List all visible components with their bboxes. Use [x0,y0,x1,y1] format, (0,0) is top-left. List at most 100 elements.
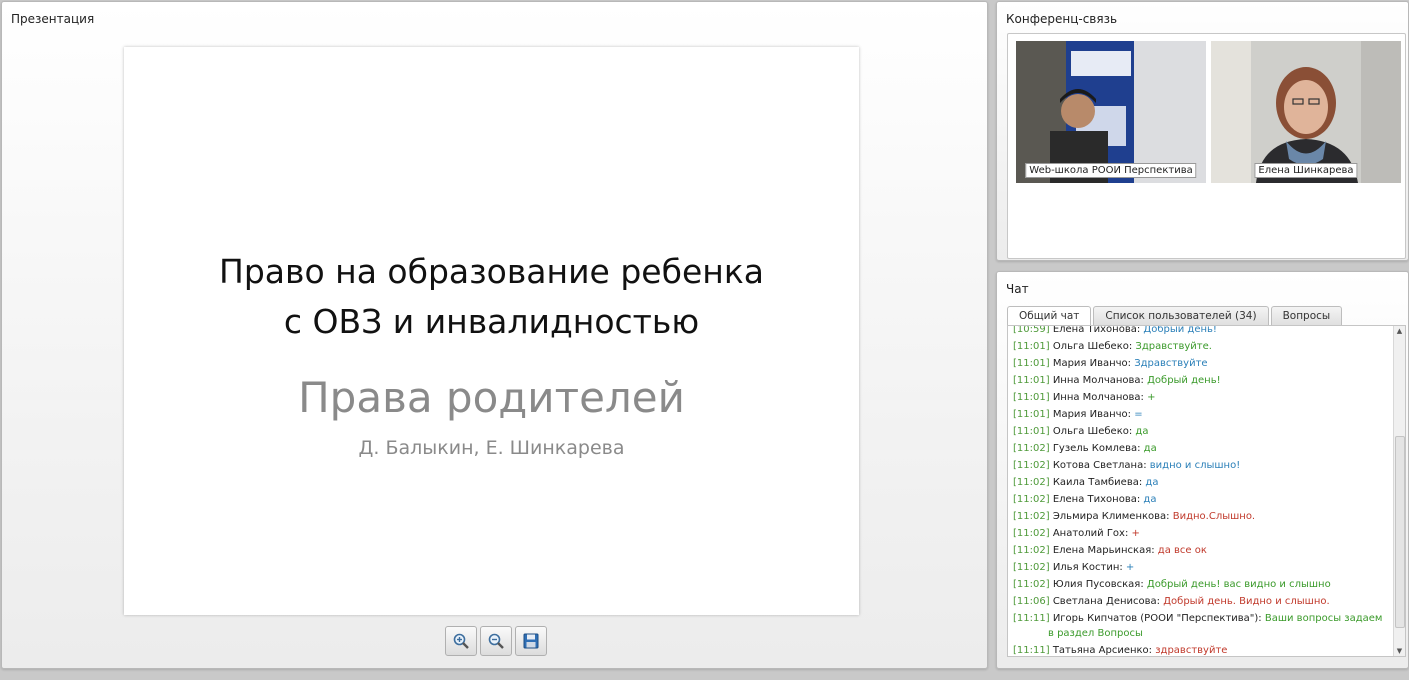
message-text: да [1145,477,1159,488]
chat-message: [11:06] Светлана Денисова: Добрый день. … [1013,593,1391,610]
message-timestamp: [11:02] [1013,511,1050,522]
video-label: Web-школа РООИ Перспектива [1025,163,1197,178]
message-timestamp: [11:01] [1013,375,1050,386]
chat-panel: Чат Общий чат Список пользователей (34) … [996,271,1409,669]
chat-message: [11:02] Котова Светлана: видно и слышно! [1013,457,1391,474]
chat-message: [11:11] Игорь Кипчатов (РООИ "Перспектив… [1013,610,1391,642]
zoom-in-button[interactable] [445,626,477,656]
message-author: Елена Тихонова: [1052,325,1141,335]
conference-panel: Конференц-связь Web-школа РООИ Перспекти… [996,1,1409,261]
chat-message: [11:02] Елена Тихонова: да [1013,491,1391,508]
message-text: да [1135,426,1149,437]
message-text: Здравствуйте. [1135,341,1212,352]
message-timestamp: [11:02] [1013,460,1050,471]
message-author: Елена Тихонова: [1052,494,1141,505]
message-timestamp: [11:02] [1013,494,1050,505]
chat-message: [11:02] Эльмира Клименкова: Видно.Слышно… [1013,508,1391,525]
message-timestamp: [11:01] [1013,341,1050,352]
message-timestamp: [11:02] [1013,579,1050,590]
message-text: + [1147,392,1156,403]
message-timestamp: [11:01] [1013,409,1050,420]
message-timestamp: [11:11] [1013,645,1050,656]
message-text: здравствуйте [1155,645,1228,656]
save-icon [523,633,539,649]
tab-questions[interactable]: Вопросы [1270,306,1343,326]
chat-message: [11:01] Инна Молчанова: Добрый день! [1013,372,1391,389]
slide-title: Право на образование ребенка с ОВЗ и инв… [219,252,764,341]
message-text: Добрый день! [1147,375,1221,386]
message-timestamp: [10:59] [1013,325,1050,335]
webcam-image [1211,41,1401,183]
message-list: [10:59] Елена Тихонова: Добрый день! [11:… [1013,325,1391,656]
message-text: + [1125,562,1135,573]
presentation-toolbar [445,626,547,656]
chat-message: [11:01] Мария Иванчо: = [1013,406,1391,423]
chat-message: [11:11] Татьяна Арсиенко: здравствуйте [1013,642,1391,656]
chat-scrollbar[interactable]: ▲ ▼ [1393,326,1405,656]
webcam-image [1016,41,1206,183]
message-author: Эльмира Клименкова: [1052,511,1170,522]
message-timestamp: [11:11] [1013,613,1050,624]
chat-tabs: Общий чат Список пользователей (34) Вопр… [1007,306,1343,327]
chat-message: [11:02] Гузель Комлева: да [1013,440,1391,457]
chat-message: [11:02] Елена Марьинская: да все ок [1013,542,1391,559]
tab-general-chat[interactable]: Общий чат [1007,306,1092,327]
message-timestamp: [11:01] [1013,392,1050,403]
chat-message: [11:02] Каила Тамбиева: да [1013,474,1391,491]
message-author: Инна Молчанова: [1052,392,1144,403]
message-text: Добрый день! [1143,325,1217,335]
slide-authors: Д. Балыкин, Е. Шинкарева [358,437,625,459]
message-author: Мария Иванчо: [1052,358,1132,369]
message-author: Анатолий Гох: [1052,528,1129,539]
message-author: Елена Марьинская: [1052,545,1155,556]
message-text: Здравствуйте [1134,358,1208,369]
conference-title: Конференц-связь [1006,12,1118,26]
scroll-up-icon[interactable]: ▲ [1394,326,1405,336]
message-text: видно и слышно! [1149,460,1241,471]
message-timestamp: [11:02] [1013,562,1050,573]
video-label: Елена Шинкарева [1254,163,1358,178]
video-tile-elena[interactable]: Елена Шинкарева [1211,41,1401,183]
chat-message: [11:02] Анатолий Гох: + [1013,525,1391,542]
video-area: Web-школа РООИ Перспектива Елена Шинкаре… [1007,33,1406,259]
save-button[interactable] [515,626,547,656]
scroll-down-icon[interactable]: ▼ [1394,646,1405,656]
message-text: Добрый день! вас видно и слышно [1146,579,1331,590]
chat-message: [11:01] Инна Молчанова: + [1013,389,1391,406]
message-author: Светлана Денисова: [1052,596,1161,607]
message-text: Видно.Слышно. [1172,511,1256,522]
video-tile-webschool[interactable]: Web-школа РООИ Перспектива [1016,41,1206,183]
message-text: + [1131,528,1140,539]
message-author: Ольга Шебеко: [1052,426,1133,437]
message-author: Татьяна Арсиенко: [1052,645,1153,656]
chat-message: [10:59] Елена Тихонова: Добрый день! [1013,325,1391,338]
message-timestamp: [11:02] [1013,545,1050,556]
message-author: Мария Иванчо: [1052,409,1132,420]
message-text: Добрый день. Видно и слышно. [1163,596,1330,607]
message-author: Инна Молчанова: [1052,375,1144,386]
message-timestamp: [11:02] [1013,528,1050,539]
message-author: Гузель Комлева: [1052,443,1141,454]
chat-message: [11:02] Илья Костин: + [1013,559,1391,576]
message-text: = [1134,409,1143,420]
chat-message: [11:01] Ольга Шебеко: Здравствуйте. [1013,338,1391,355]
chat-messages: [10:59] Елена Тихонова: Добрый день! [11:… [1007,325,1406,657]
message-author: Илья Костин: [1052,562,1123,573]
tab-user-list[interactable]: Список пользователей (34) [1093,306,1269,326]
message-timestamp: [11:02] [1013,477,1050,488]
message-author: Юлия Пусовская: [1052,579,1144,590]
presentation-title: Презентация [11,12,95,26]
chat-message: [11:01] Мария Иванчо: Здравствуйте [1013,355,1391,372]
zoom-out-button[interactable] [480,626,512,656]
message-author: Котова Светлана: [1052,460,1147,471]
presentation-slide: Право на образование ребенка с ОВЗ и инв… [124,47,859,615]
zoom-out-icon [488,633,504,649]
zoom-in-icon [453,633,469,649]
message-author: Каила Тамбиева: [1052,477,1143,488]
chat-title: Чат [1006,282,1029,296]
scroll-thumb[interactable] [1395,436,1405,628]
message-timestamp: [11:01] [1013,426,1050,437]
message-timestamp: [11:01] [1013,358,1050,369]
message-timestamp: [11:06] [1013,596,1050,607]
message-timestamp: [11:02] [1013,443,1050,454]
